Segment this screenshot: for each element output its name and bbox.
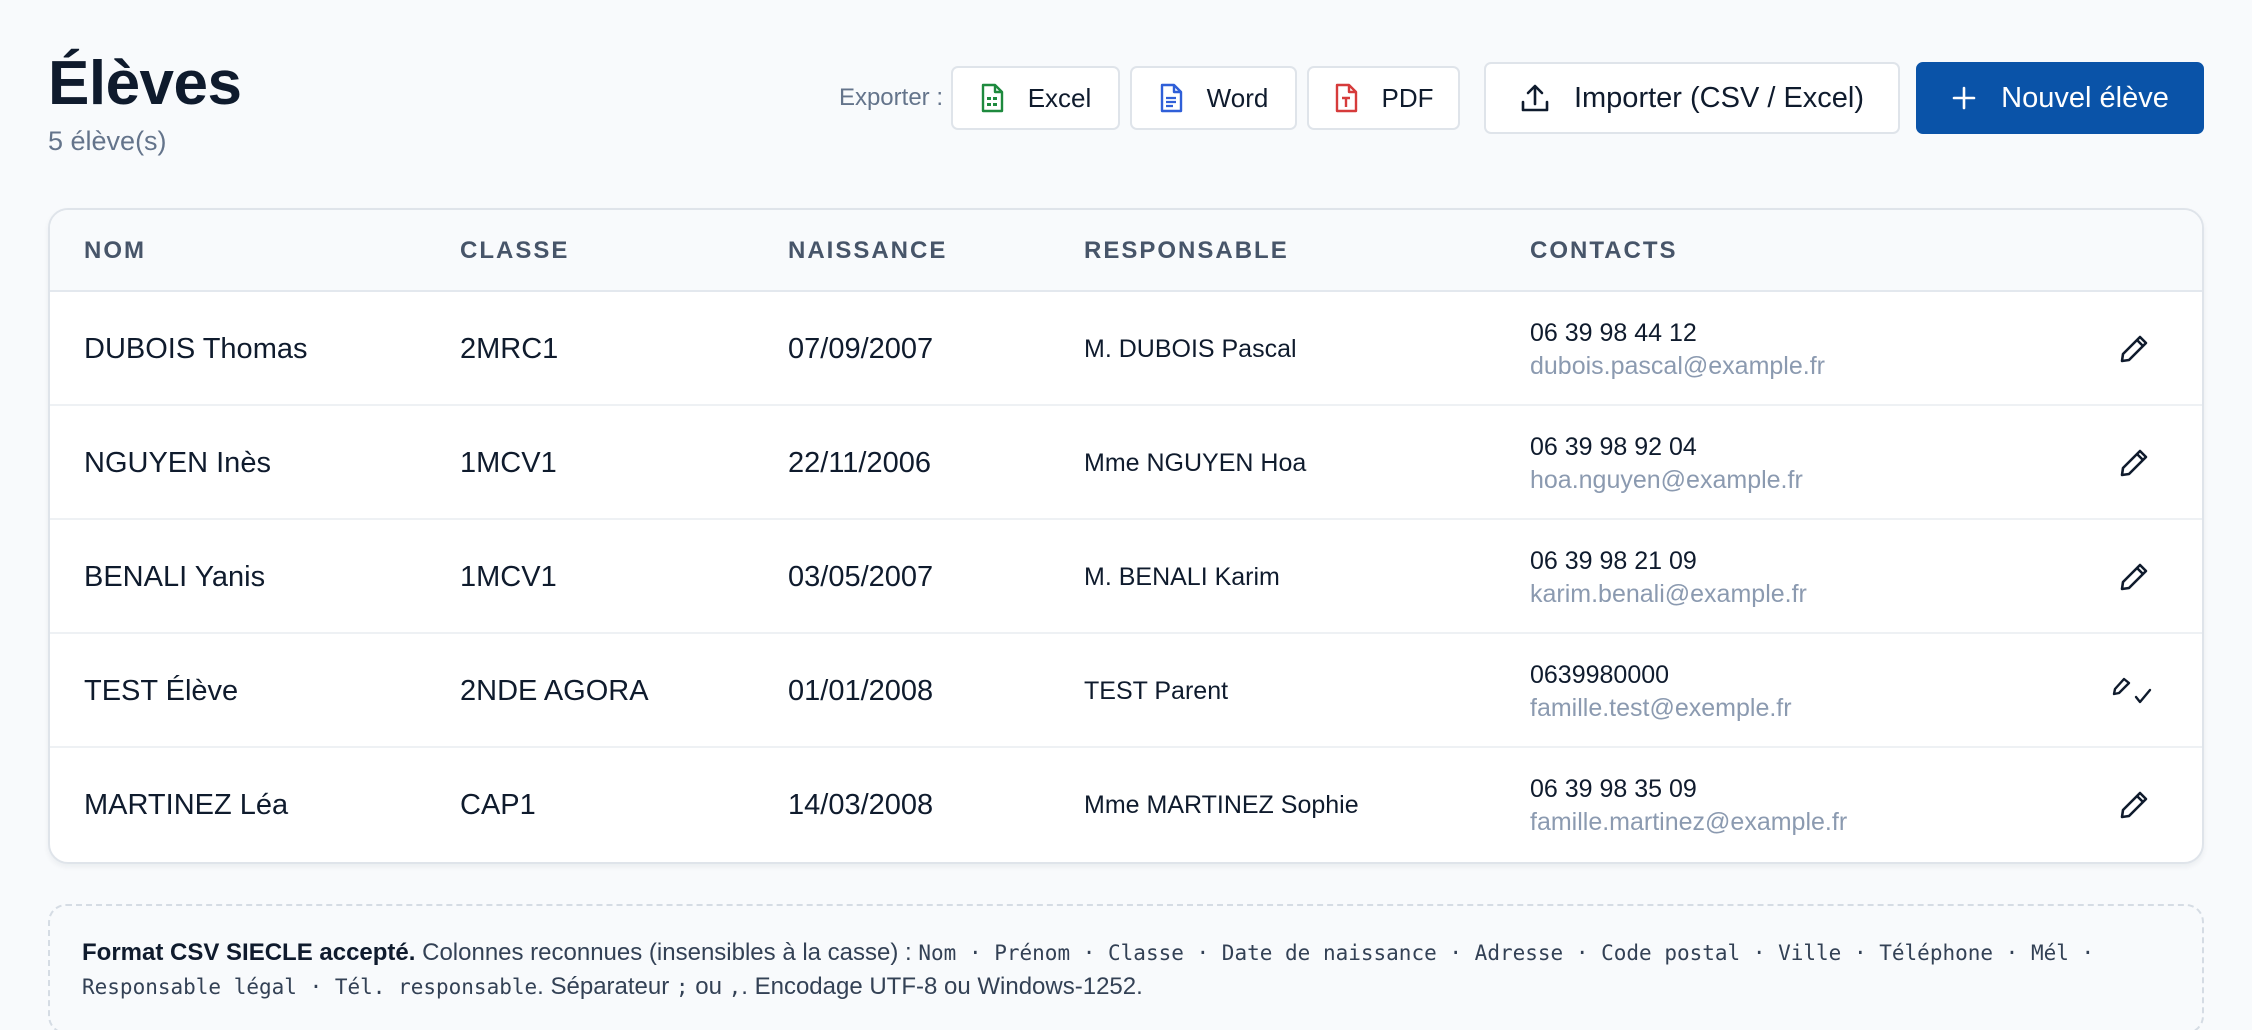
export-excel-button[interactable]: Excel bbox=[951, 66, 1120, 130]
contact-phone: 0639980000 bbox=[1530, 661, 1670, 689]
student-contacts: 06 39 98 44 12 dubois.pascal@example.fr bbox=[1530, 292, 1825, 406]
student-name: MARTINEZ Léa bbox=[84, 788, 289, 821]
student-contacts: 06 39 98 92 04 hoa.nguyen@example.fr bbox=[1530, 406, 1803, 520]
pencil-icon bbox=[2120, 563, 2148, 591]
student-class: 2NDE AGORA bbox=[460, 674, 649, 707]
student-class: 1MCV1 bbox=[460, 446, 557, 479]
export-excel-label: Excel bbox=[1027, 82, 1092, 113]
import-button[interactable]: Importer (CSV / Excel) bbox=[1484, 62, 1900, 134]
table-row[interactable]: DUBOIS Thomas 2MRC1 07/09/2007 M. DUBOIS… bbox=[50, 292, 2202, 406]
upload-icon bbox=[1520, 83, 1550, 113]
column-header-naissance[interactable]: NAISSANCE bbox=[788, 210, 947, 292]
pdf-file-icon bbox=[1334, 83, 1358, 113]
plus-icon bbox=[1951, 85, 1977, 111]
row-actions bbox=[2110, 406, 2158, 520]
table-row[interactable]: BENALI Yanis 1MCV1 03/05/2007 M. BENALI … bbox=[50, 520, 2202, 634]
export-pdf-button[interactable]: PDF bbox=[1307, 66, 1460, 130]
toolbar: Exporter : Excel Word PDF Importer (CSV … bbox=[839, 62, 2204, 134]
contact-phone: 06 39 98 44 12 bbox=[1530, 319, 1697, 347]
student-name: DUBOIS Thomas bbox=[84, 332, 308, 365]
note-text: Colonnes reconnues (insensibles à la cas… bbox=[415, 939, 919, 966]
row-actions bbox=[2110, 748, 2158, 862]
student-guardian: M. BENALI Karim bbox=[1084, 562, 1280, 591]
table-header: NOM CLASSE NAISSANCE RESPONSABLE CONTACT… bbox=[50, 210, 2202, 292]
student-birthdate: 03/05/2007 bbox=[788, 560, 934, 593]
contact-phone: 06 39 98 92 04 bbox=[1530, 433, 1697, 461]
import-label: Importer (CSV / Excel) bbox=[1573, 81, 1865, 114]
note-text: ou bbox=[688, 973, 729, 1000]
student-class: 2MRC1 bbox=[460, 332, 559, 365]
separator-comma: , bbox=[728, 975, 742, 999]
student-name: NGUYEN Inès bbox=[84, 446, 271, 479]
column-header-contacts[interactable]: CONTACTS bbox=[1530, 210, 1678, 292]
edit-button[interactable] bbox=[2110, 781, 2158, 829]
page-header: Élèves 5 élève(s) Exporter : Excel Word … bbox=[48, 44, 2204, 164]
contact-email: dubois.pascal@example.fr bbox=[1530, 352, 1825, 380]
table-row[interactable]: TEST Élève 2NDE AGORA 01/01/2008 TEST Pa… bbox=[50, 634, 2202, 748]
row-actions bbox=[2110, 634, 2158, 748]
contact-email: hoa.nguyen@example.fr bbox=[1530, 466, 1803, 494]
row-actions bbox=[2110, 292, 2158, 406]
new-student-button[interactable]: Nouvel élève bbox=[1916, 62, 2204, 134]
student-name: BENALI Yanis bbox=[84, 560, 266, 593]
edit-button[interactable] bbox=[2110, 553, 2158, 601]
csv-format-note: Format CSV SIECLE accepté. Colonnes reco… bbox=[48, 904, 2204, 1030]
edit-check-icon bbox=[2112, 677, 2152, 704]
students-table: NOM CLASSE NAISSANCE RESPONSABLE CONTACT… bbox=[48, 208, 2204, 864]
student-guardian: TEST Parent bbox=[1084, 676, 1229, 705]
row-actions bbox=[2110, 520, 2158, 634]
export-label: Exporter : bbox=[838, 84, 943, 111]
column-header-classe[interactable]: CLASSE bbox=[460, 210, 569, 292]
new-student-label: Nouvel élève bbox=[2001, 81, 2169, 114]
table-body: DUBOIS Thomas 2MRC1 07/09/2007 M. DUBOIS… bbox=[50, 292, 2202, 862]
export-word-label: Word bbox=[1206, 82, 1269, 113]
student-birthdate: 07/09/2007 bbox=[788, 332, 934, 365]
student-class: CAP1 bbox=[460, 788, 536, 821]
contact-phone: 06 39 98 35 09 bbox=[1530, 775, 1697, 803]
student-guardian: Mme NGUYEN Hoa bbox=[1084, 448, 1307, 477]
excel-file-icon bbox=[980, 83, 1004, 113]
pencil-icon bbox=[2120, 791, 2148, 819]
table-row[interactable]: NGUYEN Inès 1MCV1 22/11/2006 Mme NGUYEN … bbox=[50, 406, 2202, 520]
student-contacts: 06 39 98 21 09 karim.benali@example.fr bbox=[1530, 520, 1807, 634]
student-guardian: Mme MARTINEZ Sophie bbox=[1084, 790, 1359, 819]
column-header-nom[interactable]: NOM bbox=[84, 210, 146, 292]
edit-button[interactable] bbox=[2110, 325, 2158, 373]
table-row[interactable]: MARTINEZ Léa CAP1 14/03/2008 Mme MARTINE… bbox=[50, 748, 2202, 862]
student-birthdate: 14/03/2008 bbox=[788, 788, 934, 821]
note-title: Format CSV SIECLE accepté. bbox=[82, 939, 416, 966]
pencil-icon bbox=[2120, 335, 2148, 363]
column-header-responsable[interactable]: RESPONSABLE bbox=[1084, 210, 1289, 292]
student-contacts: 06 39 98 35 09 famille.martinez@example.… bbox=[1530, 748, 1847, 862]
student-class: 1MCV1 bbox=[460, 560, 557, 593]
student-name: TEST Élève bbox=[84, 674, 239, 707]
contact-email: karim.benali@example.fr bbox=[1530, 580, 1807, 608]
contact-email: famille.test@exemple.fr bbox=[1530, 694, 1792, 722]
note-text: . Encodage UTF-8 ou Windows-1252. bbox=[741, 973, 1143, 1000]
word-file-icon bbox=[1159, 83, 1183, 113]
export-word-button[interactable]: Word bbox=[1130, 66, 1297, 130]
edit-button[interactable] bbox=[2110, 439, 2158, 487]
student-guardian: M. DUBOIS Pascal bbox=[1084, 334, 1297, 363]
contact-email: famille.martinez@example.fr bbox=[1530, 808, 1848, 836]
pencil-icon bbox=[2120, 449, 2148, 477]
edit-button[interactable] bbox=[2110, 667, 2158, 715]
student-contacts: 0639980000 famille.test@exemple.fr bbox=[1530, 634, 1792, 748]
student-birthdate: 22/11/2006 bbox=[788, 446, 931, 479]
note-text: . Séparateur bbox=[537, 973, 676, 1000]
separator-semicolon: ; bbox=[675, 975, 689, 999]
export-pdf-label: PDF bbox=[1381, 82, 1434, 113]
student-birthdate: 01/01/2008 bbox=[788, 674, 934, 707]
contact-phone: 06 39 98 21 09 bbox=[1530, 547, 1697, 575]
